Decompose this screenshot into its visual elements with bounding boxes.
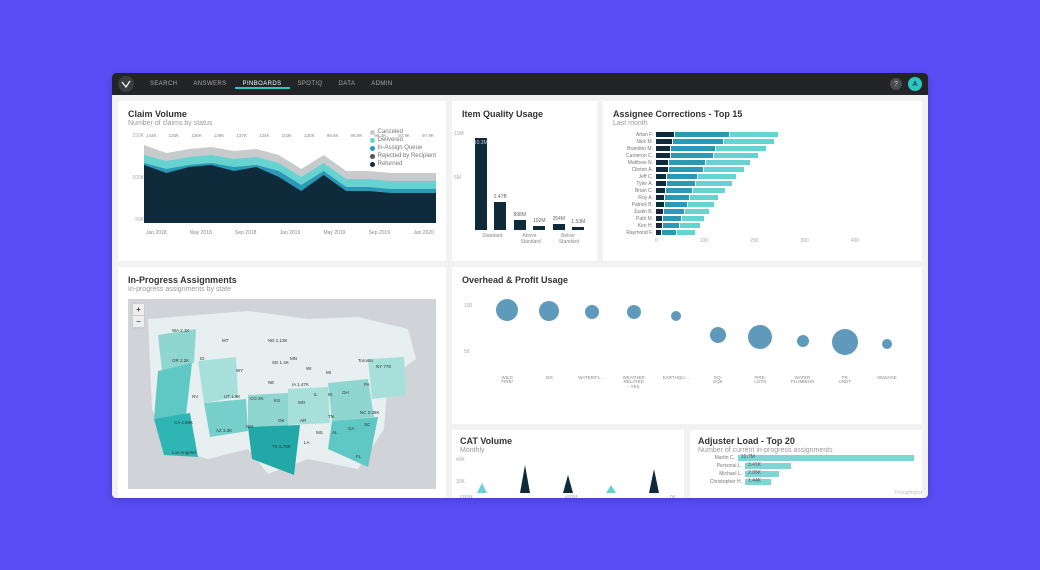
in-progress-title: In-Progress Assignments — [128, 275, 436, 285]
claim-volume-sub: Number of claims by status — [128, 120, 436, 127]
top-nav: SEARCHANSWERSPINBOARDSSPOTIQDATAADMIN ? … — [112, 73, 928, 95]
overhead-title: Overhead & Profit Usage — [462, 275, 912, 285]
nav-answers[interactable]: ANSWERS — [185, 81, 234, 87]
nav-admin[interactable]: ADMIN — [363, 81, 400, 87]
adjuster-title: Adjuster Load - Top 20 — [698, 436, 914, 446]
nav-search[interactable]: SEARCH — [142, 81, 185, 87]
claim-volume-chart — [144, 133, 436, 223]
card-item-quality: Item Quality Usage 10M 5M 10.3M2.47B898M… — [452, 101, 597, 261]
adjuster-chart: Martin C.10.7MPersonal L.3.41KMichael L.… — [698, 454, 914, 486]
card-cat-volume: CAT Volume Monthly 40K 30K 600M 400M — [452, 430, 684, 498]
card-in-progress: In-Progress Assignments In-progress assi… — [118, 267, 446, 498]
zoom-in-button[interactable]: + — [133, 304, 144, 316]
item-quality-chart: 10.3M2.47B898M102M354M1.53M — [472, 125, 587, 230]
assignee-chart: Arlan F.Nick M.Brandon M.Cameron C.Matth… — [613, 131, 912, 236]
overhead-chart — [486, 299, 908, 371]
cat-sub: Monthly — [460, 447, 676, 454]
app-frame: SEARCHANSWERSPINBOARDSSPOTIQDATAADMIN ? … — [112, 73, 928, 498]
item-quality-title: Item Quality Usage — [462, 109, 587, 119]
claim-volume-title: Claim Volume — [128, 109, 436, 119]
card-claim-volume: Claim Volume Number of claims by status … — [118, 101, 446, 261]
cat-title: CAT Volume — [460, 436, 676, 446]
cat-chart: 40K 30K — [460, 457, 676, 493]
card-assignee-corrections: Assignee Corrections - Top 15 Last month… — [603, 101, 922, 261]
map-zoom-controls: + − — [132, 303, 145, 329]
adjuster-sub: Number of current in-progress assignment… — [698, 447, 914, 454]
card-overhead: Overhead & Profit Usage 100 50 WILD FIRE… — [452, 267, 922, 424]
help-icon[interactable]: ? — [890, 78, 902, 90]
footer-brand: Thoughtspot — [894, 490, 922, 496]
us-map[interactable]: WA 2.1KMTND 1.13KMNIDOR 2.2KWYSD 1.4KWIM… — [128, 299, 436, 489]
zoom-out-button[interactable]: − — [133, 316, 144, 328]
logo-icon[interactable] — [118, 76, 134, 92]
assignee-title: Assignee Corrections - Top 15 — [613, 109, 912, 119]
nav-spotiq[interactable]: SPOTIQ — [290, 81, 331, 87]
card-adjuster-load: Adjuster Load - Top 20 Number of current… — [690, 430, 922, 498]
avatar[interactable]: A — [908, 77, 922, 91]
nav-data[interactable]: DATA — [331, 81, 364, 87]
in-progress-sub: In-progress assignments by state — [128, 286, 436, 293]
nav-pinboards[interactable]: PINBOARDS — [235, 81, 290, 89]
assignee-sub: Last month — [613, 120, 912, 127]
